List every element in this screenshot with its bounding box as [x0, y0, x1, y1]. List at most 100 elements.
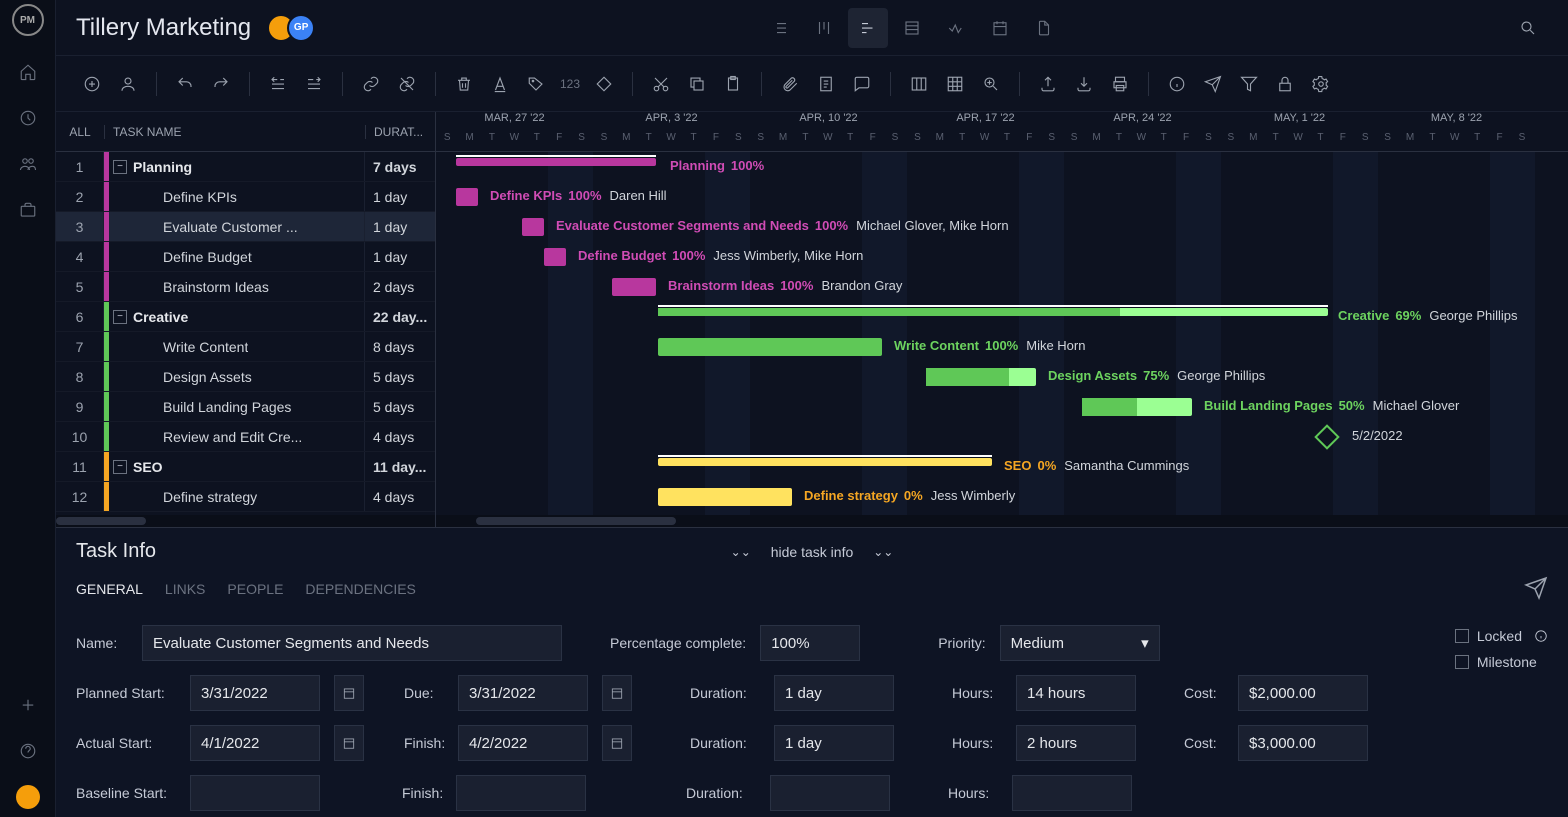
delete-icon[interactable] [448, 68, 480, 100]
task-row[interactable]: 3Evaluate Customer ...1 day [56, 212, 435, 242]
planned-start-input[interactable] [190, 675, 320, 711]
task-row[interactable]: 7Write Content8 days [56, 332, 435, 362]
sheet-view-icon[interactable] [892, 8, 932, 48]
paste-icon[interactable] [717, 68, 749, 100]
send-task-icon[interactable] [1524, 576, 1548, 603]
app-logo[interactable]: PM [12, 4, 44, 36]
copy-icon[interactable] [681, 68, 713, 100]
planned-hours-input[interactable] [1016, 675, 1136, 711]
team-icon[interactable] [8, 144, 48, 184]
cut-icon[interactable] [645, 68, 677, 100]
settings-icon[interactable] [1305, 68, 1337, 100]
print-icon[interactable] [1104, 68, 1136, 100]
files-view-icon[interactable] [1024, 8, 1064, 48]
gantt-bar[interactable] [926, 368, 1036, 386]
zoom-icon[interactable] [975, 68, 1007, 100]
add-task-icon[interactable] [76, 68, 108, 100]
user-avatar-icon[interactable] [8, 777, 48, 817]
task-name-input[interactable] [142, 625, 562, 661]
task-row[interactable]: 5Brainstorm Ideas2 days [56, 272, 435, 302]
unlink-icon[interactable] [391, 68, 423, 100]
grid-header-duration[interactable]: DURAT... [365, 125, 435, 139]
indent-icon[interactable] [298, 68, 330, 100]
calendar-icon[interactable] [334, 675, 364, 711]
portfolio-icon[interactable] [8, 190, 48, 230]
info-icon[interactable] [1161, 68, 1193, 100]
baseline-hours-input[interactable] [1012, 775, 1132, 811]
redo-icon[interactable] [205, 68, 237, 100]
tab-dependencies[interactable]: DEPENDENCIES [305, 581, 415, 605]
link-icon[interactable] [355, 68, 387, 100]
dashboard-view-icon[interactable] [936, 8, 976, 48]
planned-duration-input[interactable] [774, 675, 894, 711]
send-icon[interactable] [1197, 68, 1229, 100]
actual-cost-input[interactable] [1238, 725, 1368, 761]
lock-icon[interactable] [1269, 68, 1301, 100]
notes-icon[interactable] [810, 68, 842, 100]
grid-icon[interactable] [939, 68, 971, 100]
grid-header-name[interactable]: TASK NAME [104, 125, 365, 139]
collapse-icon[interactable]: − [113, 460, 127, 474]
help-icon[interactable] [8, 731, 48, 771]
due-input[interactable] [458, 675, 588, 711]
gantt-bar[interactable] [658, 308, 1328, 316]
gantt-h-scrollbar[interactable] [436, 515, 1568, 527]
gantt-bar[interactable] [1082, 398, 1192, 416]
outdent-icon[interactable] [262, 68, 294, 100]
milestone-icon[interactable] [588, 68, 620, 100]
task-row[interactable]: 1−Planning7 days [56, 152, 435, 182]
wbs-number-label[interactable]: 123 [556, 77, 584, 91]
gantt-bar[interactable] [456, 188, 478, 206]
priority-select[interactable]: Medium▾ [1000, 625, 1160, 661]
filter-icon[interactable] [1233, 68, 1265, 100]
task-row[interactable]: 6−Creative22 day... [56, 302, 435, 332]
undo-icon[interactable] [169, 68, 201, 100]
gantt-bar[interactable] [658, 338, 882, 356]
import-icon[interactable] [1068, 68, 1100, 100]
tab-general[interactable]: GENERAL [76, 581, 143, 605]
hide-task-info-button[interactable]: ⌄⌄ hide task info ⌄⌄ [731, 544, 894, 560]
actual-duration-input[interactable] [774, 725, 894, 761]
milestone-checkbox[interactable]: Milestone [1455, 654, 1548, 670]
calendar-icon[interactable] [602, 725, 632, 761]
avatar[interactable]: GP [287, 14, 315, 42]
collapse-icon[interactable]: − [113, 310, 127, 324]
task-row[interactable]: 9Build Landing Pages5 days [56, 392, 435, 422]
task-row[interactable]: 11−SEO11 day... [56, 452, 435, 482]
search-icon[interactable] [1508, 8, 1548, 48]
tab-links[interactable]: LINKS [165, 581, 205, 605]
task-row[interactable]: 12Define strategy4 days [56, 482, 435, 512]
project-avatars[interactable]: GP [267, 14, 315, 42]
text-format-icon[interactable] [484, 68, 516, 100]
home-icon[interactable] [8, 52, 48, 92]
tab-people[interactable]: PEOPLE [227, 581, 283, 605]
baseline-start-input[interactable] [190, 775, 320, 811]
calendar-icon[interactable] [334, 725, 364, 761]
gantt-bar[interactable] [612, 278, 656, 296]
task-row[interactable]: 8Design Assets5 days [56, 362, 435, 392]
board-view-icon[interactable] [804, 8, 844, 48]
actual-hours-input[interactable] [1016, 725, 1136, 761]
planned-cost-input[interactable] [1238, 675, 1368, 711]
baseline-finish-input[interactable] [456, 775, 586, 811]
comment-icon[interactable] [846, 68, 878, 100]
task-row[interactable]: 2Define KPIs1 day [56, 182, 435, 212]
task-row[interactable]: 10Review and Edit Cre...4 days [56, 422, 435, 452]
calendar-icon[interactable] [602, 675, 632, 711]
recent-icon[interactable] [8, 98, 48, 138]
columns-icon[interactable] [903, 68, 935, 100]
tag-icon[interactable] [520, 68, 552, 100]
export-icon[interactable] [1032, 68, 1064, 100]
milestone-marker[interactable] [1314, 424, 1339, 449]
list-view-icon[interactable] [760, 8, 800, 48]
attachment-icon[interactable] [774, 68, 806, 100]
actual-start-input[interactable] [190, 725, 320, 761]
add-icon[interactable] [8, 685, 48, 725]
gantt-bar[interactable] [522, 218, 544, 236]
gantt-bar[interactable] [658, 458, 992, 466]
gantt-view-icon[interactable] [848, 8, 888, 48]
task-row[interactable]: 4Define Budget1 day [56, 242, 435, 272]
pct-complete-input[interactable] [760, 625, 860, 661]
collapse-icon[interactable]: − [113, 160, 127, 174]
grid-h-scrollbar[interactable] [56, 515, 435, 527]
